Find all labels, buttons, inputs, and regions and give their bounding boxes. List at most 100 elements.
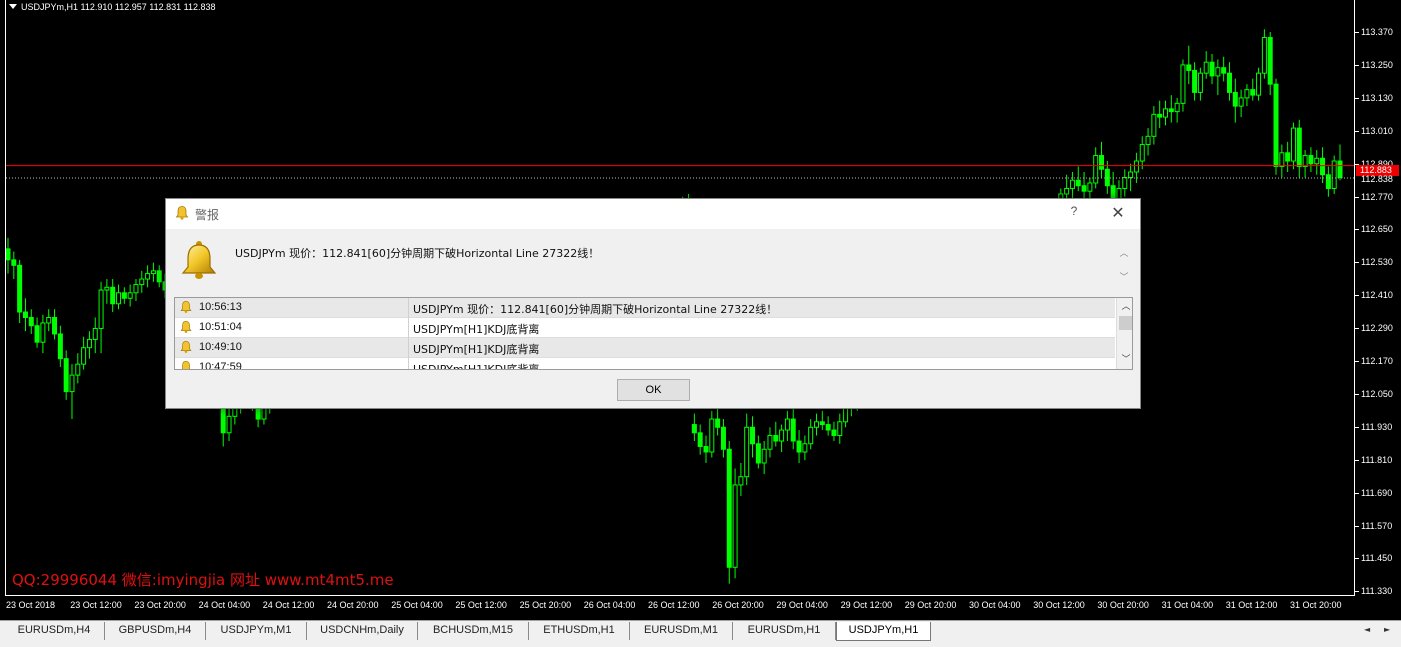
alert-bell-icon (181, 241, 217, 279)
list-scrollbar[interactable]: ︿ ﹀ (1116, 298, 1132, 369)
column-separator (408, 338, 409, 358)
chart-title: USDJPYm,H1 112.910 112.957 112.831 112.8… (9, 2, 215, 12)
alert-message: USDJPYm 现价：112.841[60]分钟周期下破Horizontal L… (235, 247, 600, 260)
time-label: 30 Oct 04:00 (969, 600, 1021, 610)
time-label: 23 Oct 20:00 (134, 600, 186, 610)
price-label: 113.370 (1361, 27, 1393, 37)
price-label: 112.530 (1361, 257, 1393, 268)
time-label: 24 Oct 20:00 (327, 600, 379, 610)
dialog-title: 警报 (195, 208, 220, 222)
chart-tab[interactable]: ETHUSDm,H1 (529, 622, 630, 640)
row-time: 10:47:59 (199, 361, 242, 370)
time-label: 24 Oct 12:00 (262, 600, 315, 610)
price-label: 113.010 (1361, 125, 1393, 136)
watermark-text: QQ:29996044 微信:imyingjia 网址 www.mt4mt5.m… (12, 571, 394, 589)
list-scroll-up-icon[interactable]: ︿ (1118, 300, 1132, 314)
price-label: 113.250 (1361, 59, 1393, 70)
message-scrollbar[interactable]: ︿ ﹀ (1116, 243, 1132, 291)
alert-history-list[interactable]: 10:56:13 USDJPYm 现价：112.841[60]分钟周期下破Hori… (174, 297, 1133, 370)
price-tick (1355, 328, 1359, 330)
time-label: 30 Oct 12:00 (1033, 600, 1085, 610)
time-label: 23 Oct 12:00 (70, 600, 122, 610)
chart-tab[interactable]: EURUSDm,H4 (4, 622, 105, 640)
chart-tab[interactable]: USDCNHm,Daily (307, 622, 418, 640)
price-tick (1355, 229, 1359, 231)
list-row[interactable]: 10:51:04 USDJPYm[H1]KDJ底背离 (175, 318, 1115, 338)
list-row[interactable]: 10:47:59 USDJPYm[H1]KDJ底背离 (175, 358, 1115, 370)
price-label: 112.170 (1361, 356, 1393, 366)
time-label: 30 Oct 20:00 (1097, 600, 1149, 610)
row-time: 10:49:10 (199, 341, 242, 353)
bell-icon (180, 340, 192, 353)
bell-icon (181, 360, 191, 369)
price-label: 113.130 (1361, 92, 1393, 103)
price-label: 111.930 (1361, 421, 1393, 432)
chart-tab[interactable]: USDJPYm,M1 (206, 622, 307, 640)
time-label: 26 Oct 12:00 (648, 600, 700, 610)
list-scroll-down-icon[interactable]: ﹀ (1118, 353, 1132, 367)
tab-scroll-right-icon[interactable]: ► (1384, 625, 1390, 634)
time-label: 24 Oct 04:00 (198, 600, 251, 610)
column-separator (408, 318, 409, 338)
close-button[interactable]: ✕ (1107, 203, 1129, 225)
row-time: 10:56:13 (199, 301, 242, 313)
price-label: 112.770 (1361, 191, 1393, 202)
time-label: 29 Oct 12:00 (840, 600, 893, 610)
column-separator (408, 298, 409, 318)
price-tick (1355, 97, 1359, 99)
price-tick (1355, 295, 1359, 297)
price-tick (1355, 196, 1359, 198)
time-label: 31 Oct 20:00 (1290, 600, 1342, 610)
price-tick (1355, 459, 1359, 461)
price-label: 112.410 (1361, 290, 1393, 301)
dialog-titlebar[interactable]: 警报 ? ✕ (166, 199, 1140, 229)
price-label: 111.810 (1361, 454, 1393, 465)
chart-title-text: USDJPYm,H1 112.910 112.957 112.831 112.8… (21, 2, 216, 12)
price-tick (1355, 32, 1359, 33)
time-label: 31 Oct 04:00 (1161, 600, 1214, 610)
time-label: 31 Oct 12:00 (1225, 600, 1278, 610)
bell-icon (180, 320, 192, 333)
list-row[interactable]: 10:56:13 USDJPYm 现价：112.841[60]分钟周期下破Hori… (175, 298, 1115, 318)
mt4-terminal: USDJPYm,H1 112.910 112.957 112.831 112.8… (0, 0, 1401, 647)
ok-button[interactable]: OK (617, 379, 690, 401)
chart-tab[interactable]: BCHUSDm,M15 (418, 622, 529, 640)
price-tick (1355, 393, 1359, 395)
price-label: 111.570 (1361, 520, 1393, 531)
list-row[interactable]: 10:49:10 USDJPYm[H1]KDJ底背离 (175, 338, 1115, 358)
row-message: USDJPYm[H1]KDJ底背离 (413, 363, 540, 370)
bell-icon (175, 206, 189, 220)
time-label: 29 Oct 20:00 (904, 600, 957, 610)
row-message: USDJPYm[H1]KDJ底背离 (413, 323, 540, 336)
row-time: 10:51:04 (199, 321, 242, 333)
row-message: USDJPYm 现价：112.841[60]分钟周期下破Horizontal L… (413, 303, 778, 316)
alert-dialog: 警报 ? ✕ USDJPYm 现价：112.841[60]分钟周期下破Horiz… (165, 198, 1141, 409)
price-label: 111.330 (1361, 586, 1393, 597)
time-label: 26 Oct 04:00 (583, 600, 636, 610)
chart-tab[interactable]: EURUSDm,H1 (733, 622, 836, 640)
time-label: 26 Oct 20:00 (712, 600, 764, 610)
bell-icon (180, 300, 192, 313)
price-tick (1355, 64, 1359, 66)
chart-tab[interactable]: GBPUSDm,H4 (105, 622, 206, 640)
chart-tab[interactable]: USDJPYm,H1 (836, 622, 931, 641)
time-label: 25 Oct 12:00 (455, 600, 507, 610)
price-label: 112.290 (1361, 323, 1393, 334)
list-scroll-thumb[interactable] (1119, 316, 1132, 330)
column-separator (408, 358, 409, 369)
chart-tab[interactable]: EURUSDm,M1 (630, 622, 733, 640)
row-message: USDJPYm[H1]KDJ底背离 (413, 343, 540, 356)
price-label: 112.650 (1361, 224, 1393, 235)
price-label: 111.450 (1361, 553, 1393, 564)
help-button[interactable]: ? (1064, 204, 1084, 224)
time-label: 25 Oct 20:00 (519, 600, 572, 610)
scroll-down-icon[interactable]: ﹀ (1116, 271, 1132, 285)
price-label: 112.050 (1361, 388, 1393, 399)
price-tick (1355, 426, 1359, 428)
time-label: 25 Oct 04:00 (391, 600, 443, 610)
scroll-up-icon[interactable]: ︿ (1116, 247, 1132, 261)
tab-scroll-left-icon[interactable]: ◄ (1364, 625, 1370, 634)
chart-menu-triangle-icon[interactable] (9, 4, 17, 9)
price-tick (1355, 492, 1359, 494)
price-tick (1355, 558, 1359, 560)
